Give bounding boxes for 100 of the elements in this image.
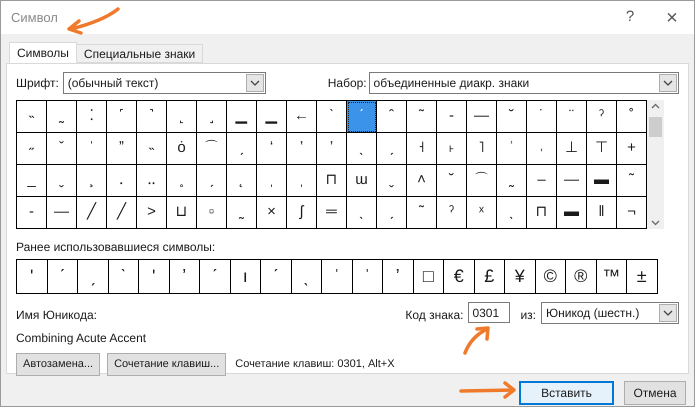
symbol-cell[interactable]: ˮ bbox=[107, 133, 137, 165]
tab[interactable]: Символы bbox=[9, 42, 77, 63]
symbol-cell[interactable]: ‐ bbox=[437, 101, 467, 133]
symbol-cell[interactable]: ˘ bbox=[437, 165, 467, 197]
symbol-cell[interactable]: ╱ bbox=[77, 197, 107, 229]
symbol-cell[interactable]: - bbox=[17, 197, 47, 229]
help-button[interactable]: ? bbox=[610, 6, 650, 29]
symbol-cell[interactable]: _ bbox=[17, 165, 47, 197]
recent-symbol[interactable]: ¥ bbox=[505, 260, 536, 294]
recent-symbol[interactable]: ™ bbox=[596, 260, 627, 294]
symbol-cell[interactable]: ⊓ bbox=[317, 165, 347, 197]
font-select[interactable]: (обычный текст) bbox=[62, 72, 266, 94]
symbol-cell[interactable]: ˀ bbox=[587, 101, 617, 133]
recent-symbol[interactable]: ˎ bbox=[292, 260, 322, 294]
autocorrect-button[interactable]: Автозамена... bbox=[16, 353, 100, 376]
symbol-cell[interactable]: ˧ bbox=[407, 133, 437, 165]
insert-button[interactable]: Вставить bbox=[519, 381, 614, 405]
symbol-cell[interactable]: ˫ bbox=[437, 133, 467, 165]
symbol-cell[interactable]: — bbox=[47, 197, 77, 229]
symbol-cell[interactable]: ˈ bbox=[77, 133, 107, 165]
symbol-cell[interactable]: ʻ bbox=[257, 133, 287, 165]
dropdown-button[interactable] bbox=[246, 74, 264, 92]
symbol-cell[interactable]: ˣ bbox=[467, 197, 497, 229]
symbol-cell[interactable]: ˏ bbox=[227, 133, 257, 165]
symbol-cell[interactable]: ․ bbox=[107, 165, 137, 197]
symbol-cell[interactable]: ɯ bbox=[347, 165, 377, 197]
recent-symbol[interactable]: © bbox=[536, 260, 566, 294]
symbol-cell[interactable]: ˼ bbox=[197, 101, 227, 133]
symbol-cell[interactable]: ˥ bbox=[467, 133, 497, 165]
symbol-cell[interactable]: ˬ bbox=[377, 165, 407, 197]
symbol-cell[interactable]: ˵ bbox=[137, 133, 167, 165]
symbol-cell[interactable]: – bbox=[527, 165, 557, 197]
symbol-cell[interactable]: ˹ bbox=[107, 101, 137, 133]
recent-symbol[interactable]: ˏ bbox=[78, 260, 108, 294]
symbol-cell[interactable]: ˌ bbox=[257, 165, 287, 197]
symbol-cell[interactable]: ȯ bbox=[167, 133, 197, 165]
symbol-cell[interactable]: ˘ bbox=[497, 101, 527, 133]
symbol-cell[interactable]: ˶ bbox=[17, 133, 47, 165]
symbol-cell[interactable]: ˎ bbox=[347, 197, 377, 229]
symbol-cell[interactable]: ⌒ bbox=[197, 133, 227, 165]
symbol-cell[interactable]: ‥ bbox=[137, 165, 167, 197]
symbol-cell[interactable]: ˜ bbox=[407, 101, 437, 133]
symbol-cell[interactable]: ˬ bbox=[47, 165, 77, 197]
symbol-cell[interactable]: ¬ bbox=[617, 197, 647, 229]
cancel-button[interactable]: Отмена bbox=[624, 381, 686, 405]
symbol-cell[interactable]: ˓ bbox=[527, 133, 557, 165]
symbol-cell[interactable]: ╱ bbox=[107, 197, 137, 229]
symbol-cell[interactable]: ⁚ bbox=[77, 101, 107, 133]
symbol-cell[interactable]: ˜ bbox=[407, 197, 437, 229]
recent-symbol[interactable]: ' bbox=[17, 260, 48, 294]
symbol-cell[interactable]: ˋ bbox=[317, 101, 347, 133]
symbol-cell[interactable]: ˌ bbox=[287, 165, 317, 197]
symbol-cell[interactable]: ˜ bbox=[617, 165, 647, 197]
recent-symbol[interactable]: ʼ bbox=[170, 260, 200, 294]
recent-symbol[interactable]: ˊ bbox=[261, 260, 292, 294]
symbol-cell[interactable]: ▬ bbox=[587, 165, 617, 197]
symbol-cell[interactable]: ˏ bbox=[197, 165, 227, 197]
symbol-cell[interactable]: ˚ bbox=[617, 101, 647, 133]
char-code-field[interactable]: 0301 bbox=[468, 302, 510, 323]
tab[interactable]: Специальные знаки bbox=[76, 44, 204, 63]
recent-symbol[interactable]: ˋ bbox=[108, 260, 139, 294]
symbol-cell[interactable]: ˙ bbox=[527, 101, 557, 133]
close-button[interactable]: × bbox=[650, 2, 694, 32]
symbol-cell[interactable]: ¨ bbox=[557, 101, 587, 133]
symbol-cell[interactable]: ▬ bbox=[557, 197, 587, 229]
symbol-cell[interactable]: ˏ bbox=[377, 197, 407, 229]
dropdown-button[interactable] bbox=[659, 304, 677, 322]
symbol-cell[interactable]: ▫ bbox=[197, 197, 227, 229]
symbol-cell[interactable]: ˀ bbox=[437, 197, 467, 229]
symbol-cell[interactable]: ˎ bbox=[497, 197, 527, 229]
recent-symbol[interactable]: ˈ bbox=[352, 260, 383, 294]
symbol-cell[interactable]: × bbox=[257, 197, 287, 229]
scroll-up-icon[interactable] bbox=[651, 103, 660, 109]
shortcut-key-button[interactable]: Сочетание клавиш... bbox=[107, 353, 226, 376]
symbol-cell[interactable]: ˄ bbox=[407, 165, 437, 197]
symbol-cell[interactable]: + bbox=[617, 133, 647, 165]
symbol-cell[interactable]: ⌒ bbox=[467, 165, 497, 197]
scroll-down-icon[interactable] bbox=[651, 220, 660, 226]
recent-symbol[interactable]: □ bbox=[414, 260, 444, 294]
scroll-thumb[interactable] bbox=[649, 117, 662, 137]
recent-symbol[interactable]: ʹ bbox=[139, 260, 170, 294]
symbol-cell[interactable]: ˛ bbox=[227, 165, 257, 197]
recent-symbol[interactable]: ± bbox=[627, 260, 658, 294]
symbol-cell[interactable]: ˻ bbox=[167, 101, 197, 133]
recent-symbol[interactable]: € bbox=[444, 260, 474, 294]
symbol-cell[interactable]: ˳ bbox=[167, 165, 197, 197]
recent-symbol[interactable]: ı bbox=[230, 260, 261, 294]
symbol-cell[interactable]: ˆ bbox=[377, 101, 407, 133]
symbol-cell[interactable]: ˎ bbox=[347, 133, 377, 165]
symbol-cell[interactable]: ⊥ bbox=[557, 133, 587, 165]
recent-symbol[interactable]: ˊ bbox=[48, 260, 78, 294]
symbol-cell[interactable]: ˇ bbox=[47, 133, 77, 165]
recent-symbol[interactable]: ˊ bbox=[200, 260, 230, 294]
symbol-cell[interactable]: ˷ bbox=[227, 197, 257, 229]
symbol-cell[interactable]: ═ bbox=[317, 197, 347, 229]
symbol-cell[interactable]: ⊓ bbox=[527, 197, 557, 229]
symbol-cell[interactable]: ˏ bbox=[377, 133, 407, 165]
symbol-cell[interactable]: ʽ bbox=[287, 133, 317, 165]
symbol-cell[interactable]: ⊤ bbox=[587, 133, 617, 165]
symbol-cell[interactable]: ⊔ bbox=[167, 197, 197, 229]
